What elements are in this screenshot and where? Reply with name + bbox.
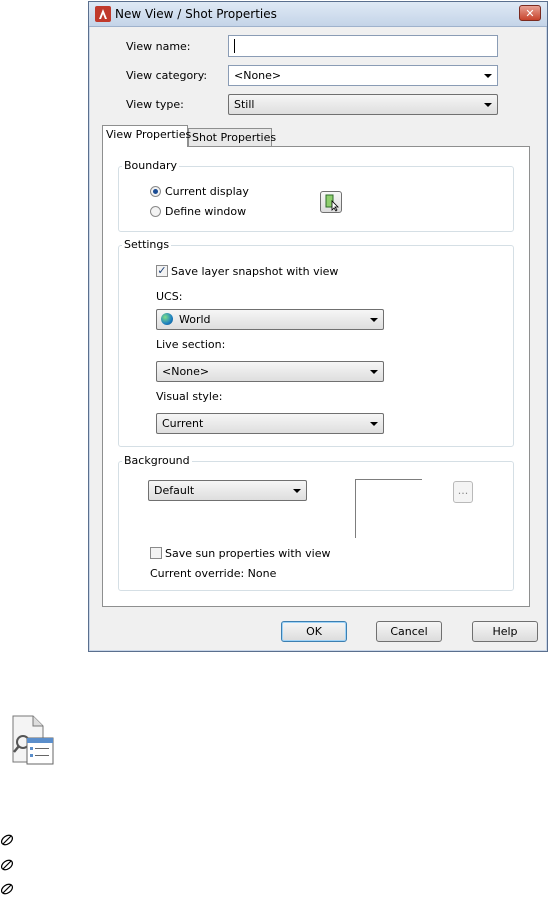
current-display-radio[interactable] bbox=[150, 186, 161, 197]
visual-style-value: Current bbox=[162, 417, 204, 430]
view-manager-icon bbox=[12, 715, 54, 765]
new-view-dialog: New View / Shot Properties ✕ View name: … bbox=[88, 1, 548, 652]
autocad-logo-icon bbox=[95, 6, 111, 22]
tab-view-properties[interactable]: View Properties bbox=[102, 125, 191, 147]
save-sun-properties-checkbox[interactable] bbox=[150, 547, 162, 559]
visual-style-label: Visual style: bbox=[156, 390, 223, 403]
visual-style-combo[interactable]: Current bbox=[156, 413, 384, 434]
chevron-down-icon bbox=[293, 489, 301, 493]
view-properties-panel: Boundary Current display Define window S… bbox=[102, 146, 530, 607]
background-preview bbox=[355, 479, 422, 538]
background-group-title: Background bbox=[122, 454, 192, 467]
view-category-label: View category: bbox=[126, 69, 208, 82]
cancel-button[interactable]: Cancel bbox=[376, 621, 442, 642]
live-section-label: Live section: bbox=[156, 338, 226, 351]
define-window-label[interactable]: Define window bbox=[165, 205, 246, 218]
pick-window-button[interactable] bbox=[320, 191, 342, 213]
pin-icon bbox=[0, 859, 14, 871]
current-override-text: Current override: None bbox=[150, 567, 277, 580]
current-display-label[interactable]: Current display bbox=[165, 185, 249, 198]
settings-group-title: Settings bbox=[122, 238, 172, 251]
background-browse-button[interactable]: ... bbox=[453, 481, 473, 503]
save-layer-snapshot-label[interactable]: Save layer snapshot with view bbox=[171, 265, 338, 278]
ucs-combo[interactable]: World bbox=[156, 309, 384, 330]
background-type-combo[interactable]: Default bbox=[148, 480, 307, 501]
text-caret bbox=[234, 39, 235, 53]
chevron-down-icon bbox=[484, 74, 492, 78]
view-name-label: View name: bbox=[126, 40, 191, 53]
pin-icon bbox=[0, 834, 14, 846]
view-type-label: View type: bbox=[126, 98, 184, 111]
save-sun-properties-label[interactable]: Save sun properties with view bbox=[165, 547, 330, 560]
view-type-combo[interactable]: Still bbox=[228, 94, 498, 115]
help-button[interactable]: Help bbox=[472, 621, 538, 642]
view-category-combo[interactable]: <None> bbox=[228, 65, 498, 86]
dialog-title: New View / Shot Properties bbox=[115, 7, 277, 21]
tab-shot-properties[interactable]: Shot Properties bbox=[188, 128, 276, 147]
define-window-radio[interactable] bbox=[150, 206, 161, 217]
view-name-input[interactable] bbox=[228, 35, 498, 57]
ucs-value: World bbox=[179, 313, 211, 326]
title-bar[interactable]: New View / Shot Properties ✕ bbox=[89, 2, 547, 27]
boundary-group bbox=[118, 166, 514, 232]
ucs-label: UCS: bbox=[156, 290, 183, 303]
chevron-down-icon bbox=[370, 422, 378, 426]
boundary-group-title: Boundary bbox=[122, 159, 179, 172]
chevron-down-icon bbox=[484, 103, 492, 107]
pick-window-icon bbox=[325, 194, 339, 212]
pin-icon bbox=[0, 883, 14, 895]
live-section-value: <None> bbox=[162, 365, 210, 378]
view-category-value: <None> bbox=[234, 69, 282, 82]
chevron-down-icon bbox=[370, 318, 378, 322]
ok-button[interactable]: OK bbox=[281, 621, 347, 642]
view-type-value: Still bbox=[234, 98, 255, 111]
chevron-down-icon bbox=[370, 370, 378, 374]
live-section-combo[interactable]: <None> bbox=[156, 361, 384, 382]
save-layer-snapshot-checkbox[interactable]: ✓ bbox=[156, 265, 168, 277]
globe-icon bbox=[161, 313, 173, 325]
background-type-value: Default bbox=[154, 484, 195, 497]
close-button[interactable]: ✕ bbox=[519, 5, 541, 21]
